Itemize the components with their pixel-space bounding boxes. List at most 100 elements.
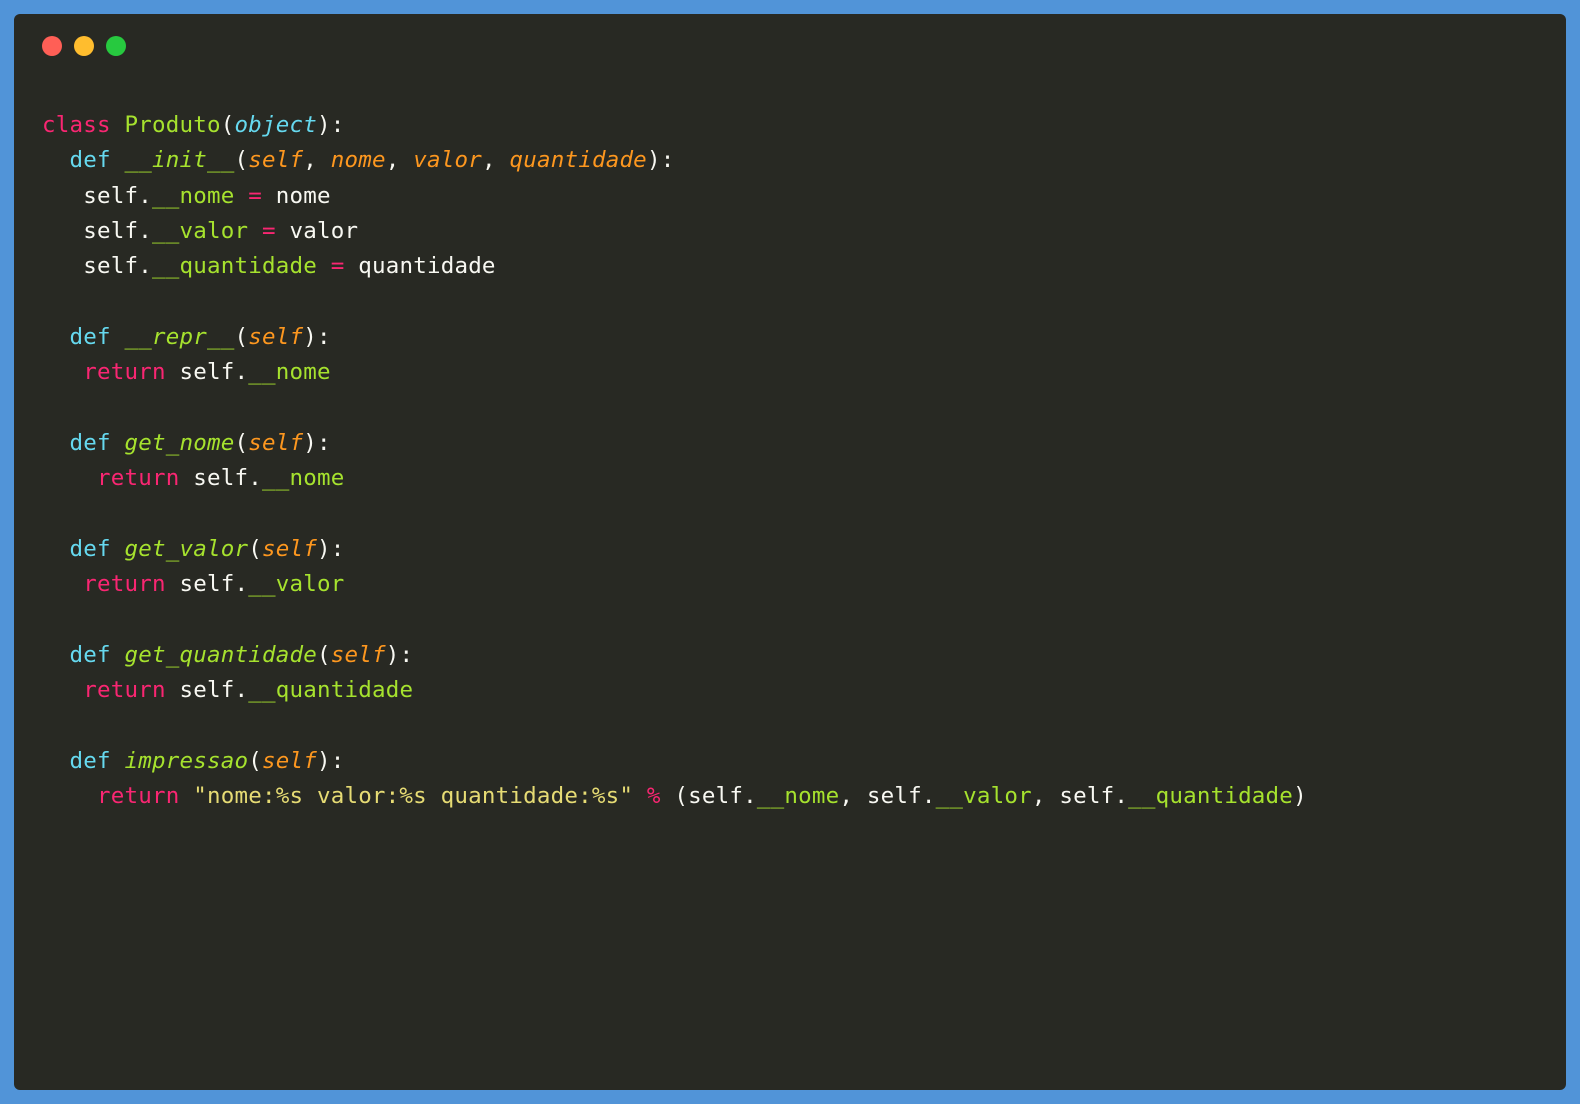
- operator-percent: %: [647, 783, 661, 809]
- attr-nome: __nome: [248, 359, 330, 385]
- attr-quantidade: __quantidade: [152, 253, 317, 279]
- keyword-def: def: [70, 324, 111, 350]
- dot: .: [234, 571, 248, 597]
- r-paren: ): [317, 112, 331, 138]
- dot: .: [138, 183, 152, 209]
- l-paren: (: [248, 748, 262, 774]
- comma: ,: [839, 783, 853, 809]
- colon: :: [317, 324, 331, 350]
- attr-quantidade: __quantidade: [1128, 783, 1293, 809]
- identifier-self: self: [83, 218, 138, 244]
- attr-valor: __valor: [936, 783, 1032, 809]
- r-paren: ): [317, 536, 331, 562]
- code-area[interactable]: class Produto(object): def __init__(self…: [14, 68, 1566, 842]
- keyword-return: return: [97, 783, 179, 809]
- identifier-self: self: [179, 677, 234, 703]
- param-nome: nome: [331, 147, 386, 173]
- equals: =: [331, 253, 345, 279]
- identifier-self: self: [1059, 783, 1114, 809]
- l-paren: (: [317, 642, 331, 668]
- comma: ,: [1032, 783, 1046, 809]
- identifier-self: self: [83, 183, 138, 209]
- keyword-return: return: [83, 359, 165, 385]
- keyword-def: def: [70, 642, 111, 668]
- r-paren: ): [386, 642, 400, 668]
- param-self: self: [248, 430, 303, 456]
- comma: ,: [303, 147, 317, 173]
- identifier-nome: nome: [276, 183, 331, 209]
- minimize-icon[interactable]: [74, 36, 94, 56]
- param-self: self: [248, 324, 303, 350]
- param-self: self: [262, 748, 317, 774]
- identifier-self: self: [179, 359, 234, 385]
- attr-nome: __nome: [262, 465, 344, 491]
- dot: .: [922, 783, 936, 809]
- colon: :: [661, 147, 675, 173]
- function-get-nome: get_nome: [125, 430, 235, 456]
- function-init: __init__: [125, 147, 235, 173]
- identifier-quantidade: quantidade: [358, 253, 495, 279]
- equals: =: [262, 218, 276, 244]
- dot: .: [138, 253, 152, 279]
- r-paren: ): [303, 430, 317, 456]
- identifier-self: self: [179, 571, 234, 597]
- l-paren: (: [234, 430, 248, 456]
- attr-nome: __nome: [757, 783, 839, 809]
- attr-valor: __valor: [248, 571, 344, 597]
- title-bar: [14, 14, 1566, 68]
- l-paren: (: [234, 147, 248, 173]
- dot: .: [138, 218, 152, 244]
- function-impressao: impressao: [125, 748, 249, 774]
- dot: .: [743, 783, 757, 809]
- attr-valor: __valor: [152, 218, 248, 244]
- comma: ,: [482, 147, 496, 173]
- keyword-return: return: [97, 465, 179, 491]
- colon: :: [331, 112, 345, 138]
- param-self: self: [248, 147, 303, 173]
- function-get-valor: get_valor: [125, 536, 249, 562]
- l-paren: (: [234, 324, 248, 350]
- keyword-def: def: [70, 430, 111, 456]
- keyword-def: def: [70, 536, 111, 562]
- param-quantidade: quantidade: [509, 147, 646, 173]
- param-self: self: [331, 642, 386, 668]
- dot: .: [1114, 783, 1128, 809]
- l-paren: (: [221, 112, 235, 138]
- equals: =: [248, 183, 262, 209]
- keyword-class: class: [42, 112, 111, 138]
- colon: :: [399, 642, 413, 668]
- identifier-self: self: [688, 783, 743, 809]
- colon: :: [331, 748, 345, 774]
- r-paren: ): [317, 748, 331, 774]
- r-paren: ): [303, 324, 317, 350]
- editor-window: class Produto(object): def __init__(self…: [14, 14, 1566, 1090]
- dot: .: [234, 359, 248, 385]
- l-paren: (: [674, 783, 688, 809]
- r-paren: ): [1293, 783, 1307, 809]
- colon: :: [331, 536, 345, 562]
- string-literal: "nome:%s valor:%s quantidade:%s": [193, 783, 633, 809]
- identifier-self: self: [867, 783, 922, 809]
- keyword-return: return: [83, 677, 165, 703]
- function-repr: __repr__: [125, 324, 235, 350]
- attr-nome: __nome: [152, 183, 234, 209]
- comma: ,: [386, 147, 400, 173]
- colon: :: [317, 430, 331, 456]
- keyword-def: def: [70, 748, 111, 774]
- keyword-return: return: [83, 571, 165, 597]
- attr-quantidade: __quantidade: [248, 677, 413, 703]
- identifier-self: self: [193, 465, 248, 491]
- identifier-valor: valor: [289, 218, 358, 244]
- dot: .: [248, 465, 262, 491]
- dot: .: [234, 677, 248, 703]
- builtin-object: object: [234, 112, 316, 138]
- maximize-icon[interactable]: [106, 36, 126, 56]
- param-valor: valor: [413, 147, 482, 173]
- r-paren: ): [647, 147, 661, 173]
- keyword-def: def: [70, 147, 111, 173]
- l-paren: (: [248, 536, 262, 562]
- identifier-self: self: [83, 253, 138, 279]
- param-self: self: [262, 536, 317, 562]
- close-icon[interactable]: [42, 36, 62, 56]
- function-get-quantidade: get_quantidade: [125, 642, 317, 668]
